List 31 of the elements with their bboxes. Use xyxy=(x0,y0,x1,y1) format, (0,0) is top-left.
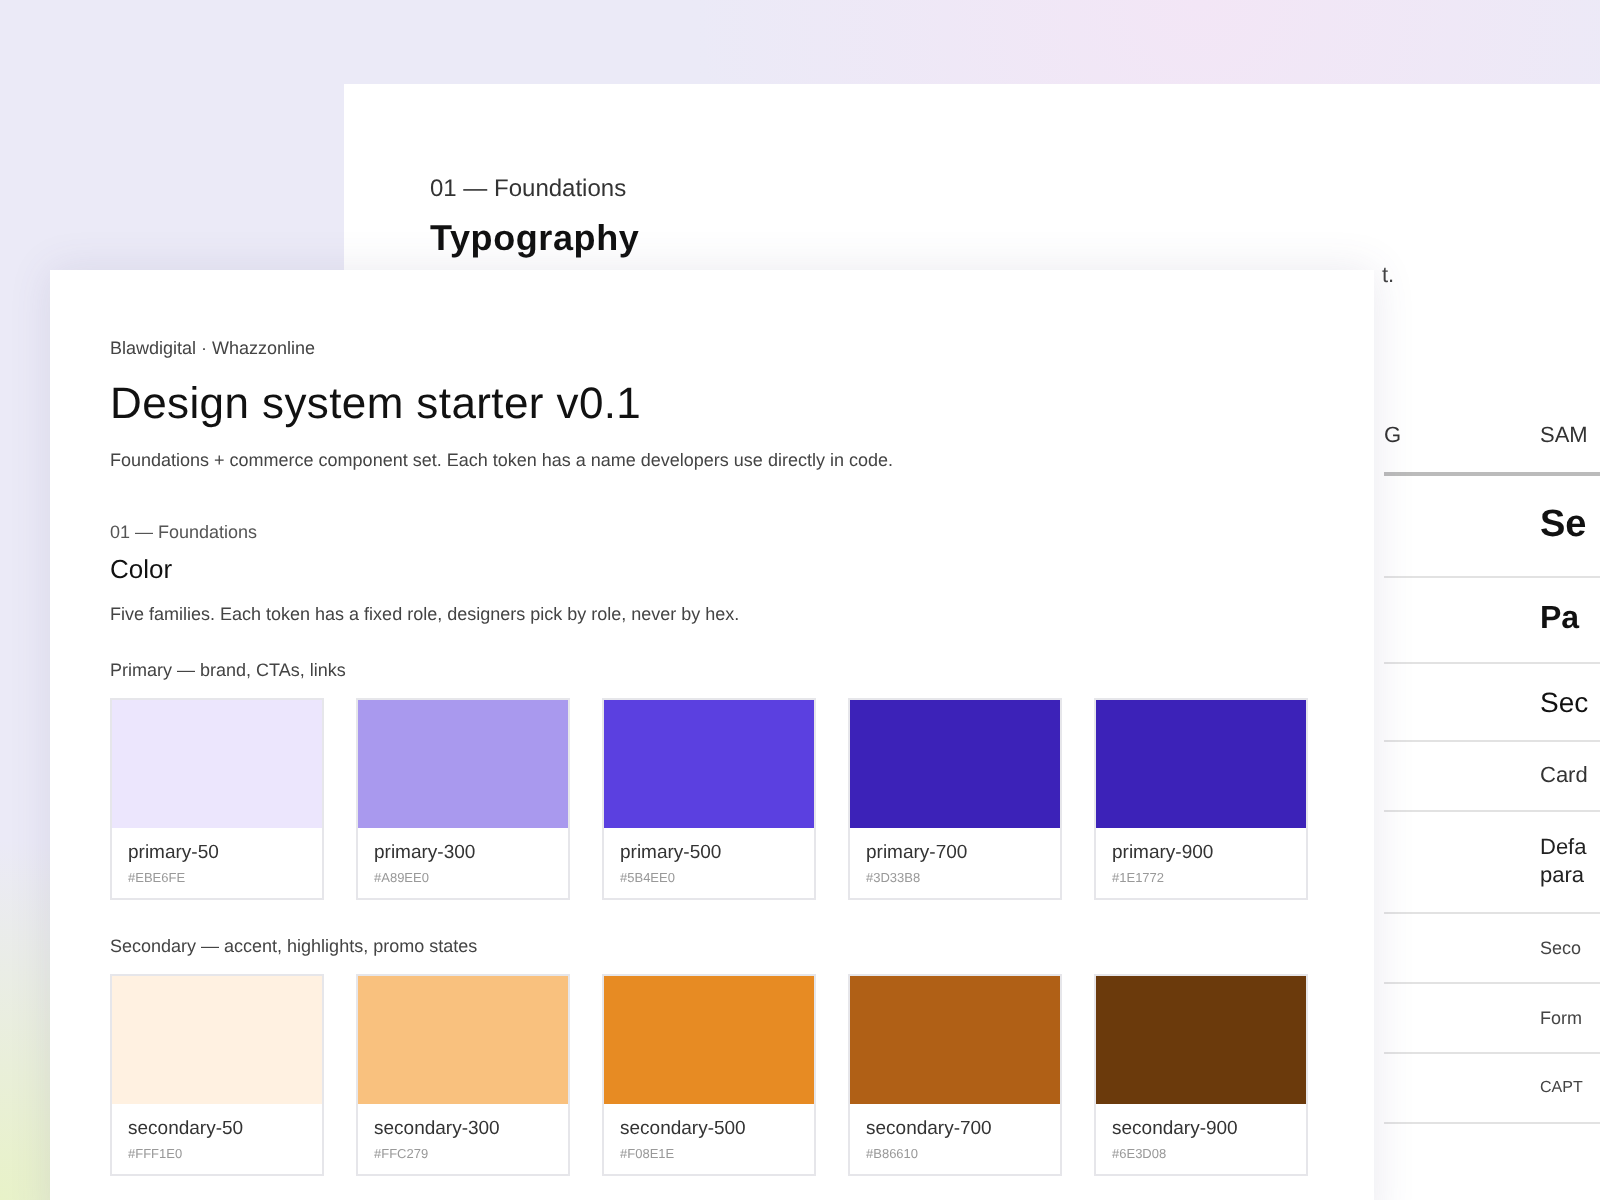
token-name: primary-50 xyxy=(128,842,221,864)
token-name: secondary-900 xyxy=(1112,1118,1240,1140)
section-description: Five families. Each token has a fixed role, designers pick by role, never by hex. xyxy=(110,604,742,624)
group-label: Primary — brand, CTAs, links xyxy=(110,660,348,680)
column-header: SAM xyxy=(1540,424,1590,452)
type-sample: Card xyxy=(1540,762,1590,792)
token-name: secondary-700 xyxy=(866,1118,994,1140)
page-title: Design system starter v0.1 xyxy=(110,378,644,430)
section-title: Typography xyxy=(430,218,642,260)
type-sample: Pa xyxy=(1540,600,1582,640)
section-label: 01 — Foundations xyxy=(110,522,260,542)
type-sample: CAPT xyxy=(1540,1076,1585,1100)
token-name: primary-300 xyxy=(374,842,478,864)
type-sample: Sec xyxy=(1540,684,1591,722)
token-name: primary-500 xyxy=(620,842,724,864)
token-name: secondary-300 xyxy=(374,1118,502,1140)
token-name: primary-900 xyxy=(1112,842,1216,864)
section-title: Color xyxy=(110,554,175,584)
column-header: G xyxy=(1384,424,1404,452)
token-name: secondary-500 xyxy=(620,1118,748,1140)
type-sample: Defa para xyxy=(1540,834,1589,892)
brand-text: Blawdigital · Whazzonline xyxy=(110,338,318,358)
group-label: Secondary — accent, highlights, promo states xyxy=(110,936,480,956)
section-description: t. xyxy=(1382,264,1397,288)
token-name: secondary-50 xyxy=(128,1118,246,1140)
type-sample: Form xyxy=(1540,1006,1584,1032)
section-label: 01 — Foundations xyxy=(430,174,629,202)
token-name: primary-700 xyxy=(866,842,970,864)
type-sample: Seco xyxy=(1540,936,1584,962)
type-sample: Se xyxy=(1540,502,1589,550)
page-description: Foundations + commerce component set. Each token has a name developers use directly in code. xyxy=(110,450,895,470)
